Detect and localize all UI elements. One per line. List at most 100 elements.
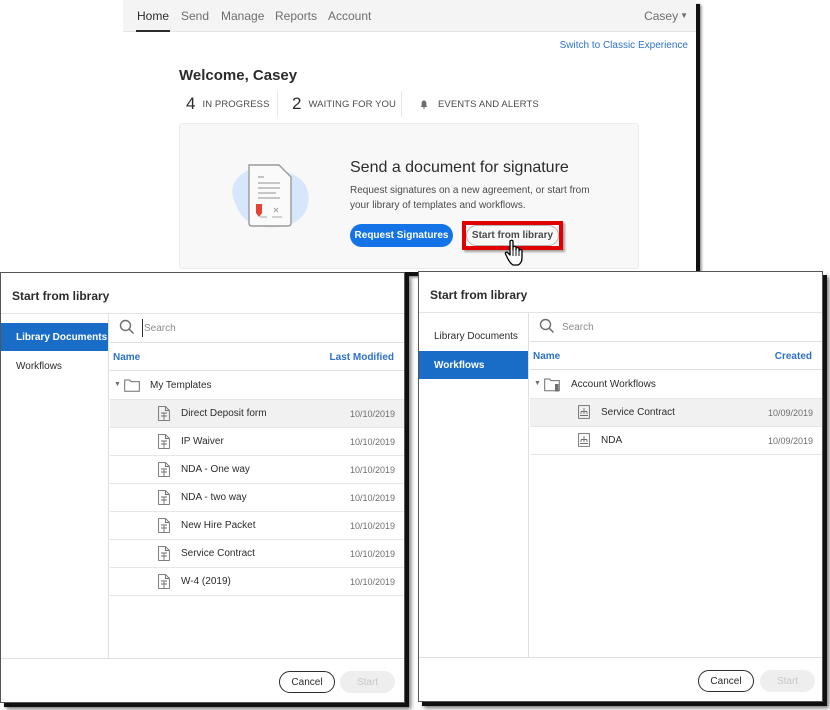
stat-label: EVENTS AND ALERTS <box>438 98 539 110</box>
workflow-icon <box>578 405 590 419</box>
document-date: 10/10/2019 <box>349 549 395 559</box>
send-card-title: Send a document for signature <box>350 159 569 176</box>
document-name: New Hire Packet <box>181 520 256 531</box>
workflow-name: Service Contract <box>601 407 675 418</box>
request-signatures-button[interactable]: Request Signatures <box>350 224 453 247</box>
document-name: Direct Deposit form <box>181 408 267 419</box>
workflow-list: Service Contract 10/09/2019 NDA 10/09/20… <box>530 399 822 455</box>
send-document-card: Send a document for signature Request si… <box>179 123 639 269</box>
list-item[interactable]: NDA 10/09/2019 <box>530 427 822 455</box>
start-from-library-dialog-documents: Start from library Library Documents Wor… <box>0 272 405 703</box>
list-item[interactable]: Direct Deposit form 10/10/2019 <box>110 400 404 428</box>
list-item[interactable]: Service Contract 10/10/2019 <box>110 540 404 568</box>
document-name: NDA - One way <box>181 464 250 475</box>
user-menu[interactable]: Casey ▼ <box>644 9 688 23</box>
document-date: 10/10/2019 <box>349 521 395 531</box>
start-button[interactable]: Start <box>340 671 395 693</box>
document-name: NDA - two way <box>181 492 247 503</box>
tab-send[interactable]: Send <box>181 9 209 23</box>
divider <box>419 657 822 658</box>
dialog-content: Name Last Modified ▼ My Templates Direct… <box>110 314 404 659</box>
search-input[interactable] <box>562 318 792 336</box>
folder-name: My Templates <box>150 380 212 391</box>
document-icon <box>158 406 170 421</box>
send-card-description: Request signatures on a new agreement, o… <box>350 185 590 211</box>
search-bar <box>110 314 404 343</box>
workflow-date: 10/09/2019 <box>767 408 813 418</box>
list-item[interactable]: New Hire Packet 10/10/2019 <box>110 512 404 540</box>
document-icon <box>158 462 170 477</box>
tab-home[interactable]: Home <box>135 9 171 32</box>
divider <box>1 658 404 659</box>
top-navigation: Home Send Manage Reports Account Casey ▼ <box>123 0 696 32</box>
chevron-down-icon: ▼ <box>680 11 688 20</box>
folder-row[interactable]: ▼ Account Workflows <box>530 371 822 399</box>
document-date: 10/10/2019 <box>349 437 395 447</box>
tab-reports[interactable]: Reports <box>275 9 317 23</box>
column-header-created[interactable]: Created <box>775 351 812 362</box>
stat-in-progress[interactable]: 4 IN PROGRESS <box>186 91 270 117</box>
document-signature-illustration <box>232 164 309 228</box>
column-header-name[interactable]: Name <box>533 351 560 362</box>
search-input[interactable] <box>142 319 372 337</box>
folder-name: Account Workflows <box>571 379 656 390</box>
document-date: 10/10/2019 <box>349 465 395 475</box>
stat-label: IN PROGRESS <box>202 98 270 110</box>
workflow-icon <box>578 433 590 447</box>
expand-triangle-icon[interactable]: ▼ <box>534 380 541 387</box>
start-button[interactable]: Start <box>760 670 815 692</box>
switch-classic-link[interactable]: Switch to Classic Experience <box>560 40 688 51</box>
document-name: Service Contract <box>181 548 255 559</box>
document-icon <box>158 518 170 533</box>
sidebar-item-library-documents[interactable]: Library Documents <box>1 323 108 351</box>
document-date: 10/10/2019 <box>349 409 395 419</box>
folder-icon <box>124 379 140 392</box>
divider <box>277 91 278 117</box>
document-date: 10/10/2019 <box>349 493 395 503</box>
tab-account[interactable]: Account <box>328 9 371 23</box>
user-name: Casey <box>644 9 679 23</box>
sidebar-item-workflows[interactable]: Workflows <box>419 351 528 379</box>
divider <box>401 91 402 117</box>
start-from-library-dialog-workflows: Start from library Library Documents Wor… <box>418 271 823 702</box>
cancel-button[interactable]: Cancel <box>698 670 754 692</box>
column-headers: Name Last Modified <box>110 344 404 371</box>
stats-bar: 4 IN PROGRESS 2 WAITING FOR YOU EVENTS A… <box>179 91 639 117</box>
folder-row[interactable]: ▼ My Templates <box>110 372 404 400</box>
document-icon <box>158 574 170 589</box>
stat-label: WAITING FOR YOU <box>308 98 396 110</box>
column-header-name[interactable]: Name <box>113 352 140 363</box>
column-header-last-modified[interactable]: Last Modified <box>330 352 394 363</box>
list-item[interactable]: IP Waiver 10/10/2019 <box>110 428 404 456</box>
tab-manage[interactable]: Manage <box>221 9 264 23</box>
home-page-window: Home Send Manage Reports Account Casey ▼ … <box>123 0 696 272</box>
cancel-button[interactable]: Cancel <box>279 671 335 693</box>
stat-events[interactable]: EVENTS AND ALERTS <box>420 91 539 117</box>
document-date: 10/10/2019 <box>349 577 395 587</box>
dialog-sidebar: Library Documents Workflows <box>1 314 109 659</box>
list-item[interactable]: NDA - One way 10/10/2019 <box>110 456 404 484</box>
list-item[interactable]: Service Contract 10/09/2019 <box>530 399 822 427</box>
document-icon <box>158 490 170 505</box>
dialog-title: Start from library <box>430 288 528 302</box>
workflow-date: 10/09/2019 <box>767 436 813 446</box>
stat-count: 2 <box>292 94 302 113</box>
dialog-title: Start from library <box>12 289 110 303</box>
stat-count: 4 <box>186 94 196 113</box>
document-icon <box>158 434 170 449</box>
list-item[interactable]: W-4 (2019) 10/10/2019 <box>110 568 404 596</box>
sidebar-item-workflows[interactable]: Workflows <box>1 352 108 380</box>
stat-waiting[interactable]: 2 WAITING FOR YOU <box>292 91 396 117</box>
hand-pointer-cursor-icon <box>504 239 523 266</box>
dialog-content: Name Created ▼ Account Workflows Service… <box>530 313 822 658</box>
column-headers: Name Created <box>530 343 822 370</box>
expand-triangle-icon[interactable]: ▼ <box>114 381 121 388</box>
list-item[interactable]: NDA - two way 10/10/2019 <box>110 484 404 512</box>
workflow-name: NDA <box>601 435 623 446</box>
document-icon <box>158 546 170 561</box>
search-bar <box>530 313 822 342</box>
search-icon <box>119 319 135 335</box>
sidebar-item-library-documents[interactable]: Library Documents <box>419 322 528 350</box>
document-name: IP Waiver <box>181 436 224 447</box>
dialog-sidebar: Library Documents Workflows <box>419 313 529 658</box>
